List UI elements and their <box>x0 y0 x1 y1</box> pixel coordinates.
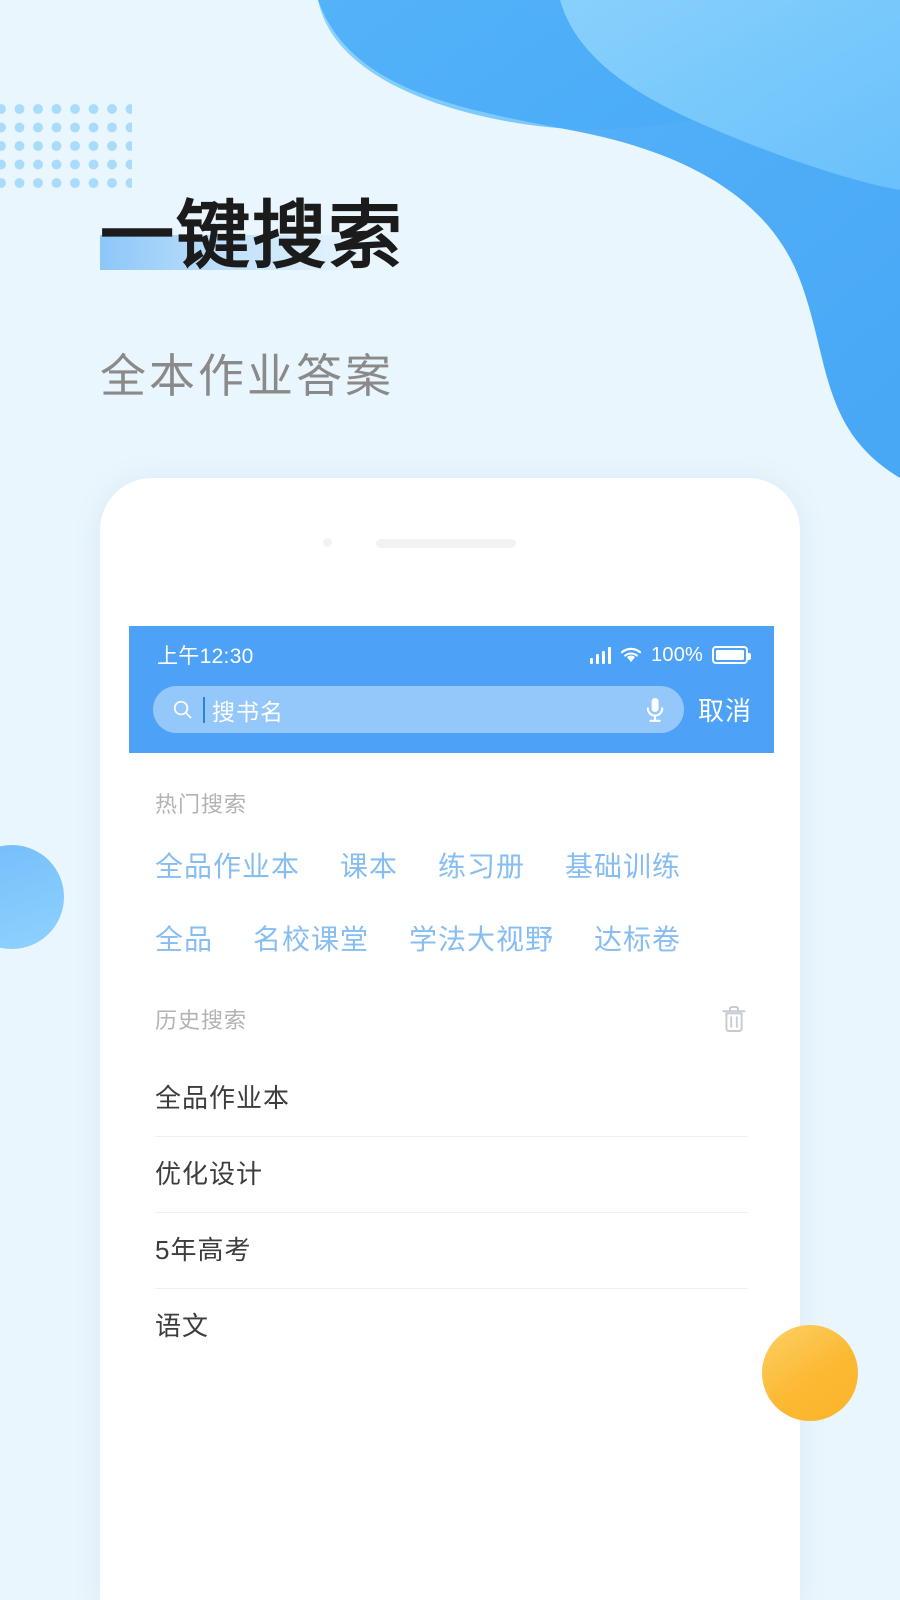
hero-heading-block: 一键搜索 <box>100 198 740 273</box>
app-header: 上午12:30 100% 搜书名 取消 <box>129 626 774 753</box>
search-bar-row: 搜书名 取消 <box>129 686 774 733</box>
history-header: 历史搜索 <box>155 991 748 1035</box>
hero-title-row: 一键搜索 <box>100 198 404 273</box>
list-item[interactable]: 全品作业本 <box>155 1061 748 1137</box>
hot-search-tag[interactable]: 学法大视野 <box>409 918 554 958</box>
hot-search-tag[interactable]: 全品作业本 <box>155 845 300 885</box>
battery-percent-label: 100% <box>651 643 703 666</box>
hot-search-row: 全品作业本 课本 练习册 基础训练 <box>155 845 748 885</box>
battery-full-icon <box>712 646 751 664</box>
phone-screen: 上午12:30 100% 搜书名 取消 热门搜索 全品作业本 课本 练习册 基础… <box>129 626 774 1600</box>
page-subtitle: 全本作业答案 <box>100 350 394 402</box>
page-title: 一键搜索 <box>100 194 404 277</box>
hot-search-tag[interactable]: 达标卷 <box>594 918 681 958</box>
front-camera-icon <box>323 538 332 547</box>
search-body: 热门搜索 全品作业本 课本 练习册 基础训练 全品 名校课堂 学法大视野 达标卷… <box>129 753 774 1364</box>
list-item[interactable]: 优化设计 <box>155 1137 748 1213</box>
search-input[interactable]: 搜书名 <box>153 686 684 733</box>
list-item[interactable]: 5年高考 <box>155 1213 748 1289</box>
microphone-icon[interactable] <box>642 695 668 725</box>
hot-search-label: 热门搜索 <box>155 792 248 817</box>
status-bar: 上午12:30 100% <box>129 626 774 670</box>
promo-screenshot: 一键搜索 全本作业答案 上午12:30 100% 搜书名 取消 热门搜索 全品作… <box>0 0 900 1600</box>
dot-grid-decoration <box>0 104 132 188</box>
hot-search-tag[interactable]: 课本 <box>340 845 398 885</box>
search-icon <box>173 700 192 719</box>
list-item[interactable]: 语文 <box>155 1289 748 1364</box>
hot-search-tag-list: 全品作业本 课本 练习册 基础训练 全品 名校课堂 学法大视野 达标卷 <box>155 845 748 958</box>
hot-search-tag[interactable]: 练习册 <box>438 845 525 885</box>
hot-search-tag[interactable]: 名校课堂 <box>253 918 369 958</box>
search-placeholder-text: 搜书名 <box>212 698 284 725</box>
history-search-list: 全品作业本 优化设计 5年高考 语文 <box>155 1061 748 1364</box>
signal-bars-icon <box>589 647 612 664</box>
hot-search-row: 全品 名校课堂 学法大视野 达标卷 <box>155 918 748 958</box>
status-time: 上午12:30 <box>157 645 254 668</box>
trash-icon[interactable] <box>720 1004 748 1034</box>
history-search-label: 历史搜索 <box>155 1008 248 1033</box>
text-cursor <box>203 696 205 723</box>
status-indicators: 100% <box>589 643 751 667</box>
earpiece-speaker <box>376 539 516 548</box>
wifi-icon <box>620 647 642 662</box>
hot-search-tag[interactable]: 基础训练 <box>565 845 681 885</box>
yellow-circle-decoration <box>762 1325 858 1421</box>
hot-search-tag[interactable]: 全品 <box>155 918 213 958</box>
cancel-button[interactable]: 取消 <box>698 691 752 728</box>
